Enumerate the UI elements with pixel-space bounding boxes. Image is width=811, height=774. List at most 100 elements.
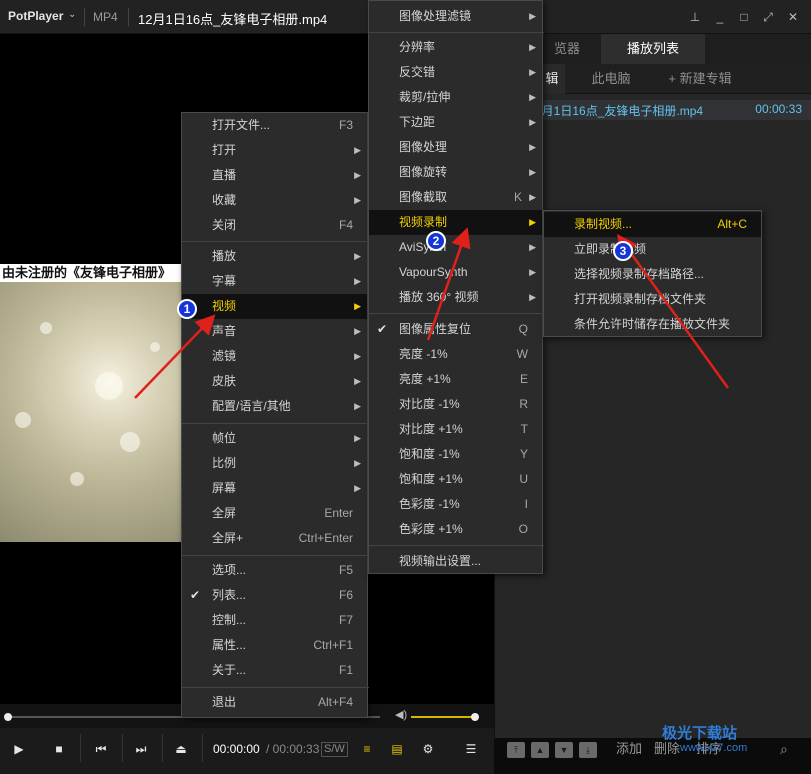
minimize-button[interactable]: _ — [712, 9, 728, 25]
menu-item-vapoursynth[interactable]: VapourSynth ▶ — [369, 260, 542, 285]
app-brand-menu[interactable]: PotPlayer — [8, 9, 63, 23]
menu-item-播放[interactable]: 播放 ▶ — [182, 244, 367, 269]
menu-item-label: 全屏+ — [212, 531, 244, 545]
menu-item-录制视频[interactable]: 录制视频... Alt+C — [544, 212, 761, 237]
menu-item-饱和度-1[interactable]: 饱和度 +1% U — [369, 467, 542, 492]
menu-item-视频输出设置[interactable]: 视频输出设置... — [369, 549, 542, 574]
new-album-button[interactable]: + 新建专辑 — [655, 64, 745, 94]
menu-item-配置-语言-其他[interactable]: 配置/语言/其他 ▶ — [182, 394, 367, 419]
play-button[interactable]: ▶ — [4, 736, 34, 762]
menu-item-下边距[interactable]: 下边距 ▶ — [369, 110, 542, 135]
menu-item-打开[interactable]: 打开 ▶ — [182, 138, 367, 163]
menu-item-对比度-1[interactable]: 对比度 -1% R — [369, 392, 542, 417]
menu-item-关于[interactable]: 关于... F1 — [182, 658, 367, 683]
divider — [122, 734, 123, 762]
gear-icon[interactable]: ⚙ — [413, 736, 443, 762]
fullscreen-button[interactable]: ⤢ — [760, 9, 776, 25]
add-button[interactable]: 添加 — [613, 739, 645, 759]
menu-item-label: 打开 — [212, 143, 237, 157]
album-tab-this-pc[interactable]: 此电脑 — [569, 64, 653, 94]
close-button[interactable]: ✕ — [785, 9, 801, 25]
menu-item-shortcut: F1 — [338, 663, 353, 677]
eject-button[interactable]: ⏏ — [166, 736, 196, 762]
seek-thumb[interactable] — [4, 713, 12, 721]
menu-item-关闭[interactable]: 关闭 F4 — [182, 213, 367, 238]
menu-item-图像截取[interactable]: 图像截取 K ▶ — [369, 185, 542, 210]
menu-item-shortcut: E — [519, 372, 528, 386]
menu-item-选择视频录制存档路径[interactable]: 选择视频录制存档路径... — [544, 262, 761, 287]
menu-item-裁剪-拉伸[interactable]: 裁剪/拉伸 ▶ — [369, 85, 542, 110]
previous-button[interactable]: ⏮ — [86, 736, 116, 762]
menu-item-视频[interactable]: 视频 ▶ — [182, 294, 367, 319]
menu-item-label: 比例 — [212, 456, 237, 470]
menu-item-亮度-1[interactable]: 亮度 +1% E — [369, 367, 542, 392]
menu-item-shortcut: F3 — [338, 118, 353, 132]
submenu-arrow-icon: ▶ — [354, 326, 361, 336]
menu-item-列表[interactable]: ✔ 列表... F6 — [182, 583, 367, 608]
menu-item-avisynth[interactable]: AviSynth ▶ — [369, 235, 542, 260]
volume-icon[interactable]: ◀) — [395, 708, 407, 721]
menu-item-打开文件[interactable]: 打开文件... F3 — [182, 113, 367, 138]
menu-item-收藏[interactable]: 收藏 ▶ — [182, 188, 367, 213]
menu-item-控制[interactable]: 控制... F7 — [182, 608, 367, 633]
menu-item-退出[interactable]: 退出 Alt+F4 — [182, 690, 367, 715]
divider — [84, 8, 85, 26]
next-button[interactable]: ⏭ — [126, 736, 156, 762]
move-top-icon[interactable]: ⤒ — [507, 742, 525, 758]
maximize-button[interactable]: □ — [736, 9, 752, 25]
menu-item-直播[interactable]: 直播 ▶ — [182, 163, 367, 188]
menu-item-亮度-1[interactable]: 亮度 -1% W — [369, 342, 542, 367]
volume-thumb[interactable] — [471, 713, 479, 721]
menu-item-图像旋转[interactable]: 图像旋转 ▶ — [369, 160, 542, 185]
menu-item-滤镜[interactable]: 滤镜 ▶ — [182, 344, 367, 369]
menu-item-图像属性复位[interactable]: ✔ 图像属性复位 Q — [369, 317, 542, 342]
search-icon[interactable]: ⌕ — [777, 739, 791, 759]
menu-item-label: 播放 — [212, 249, 237, 263]
subtitle-icon[interactable]: ▤ — [382, 736, 412, 762]
menu-item-打开视频录制存档文件夹[interactable]: 打开视频录制存档文件夹 — [544, 287, 761, 312]
tab-playlist[interactable]: 播放列表 — [601, 34, 705, 64]
menu-item-label: 属性... — [212, 638, 247, 652]
submenu-arrow-icon: ▶ — [354, 276, 361, 286]
menu-item-立即录制视频[interactable]: 立即录制视频 — [544, 237, 761, 262]
menu-item-选项[interactable]: 选项... F5 — [182, 558, 367, 583]
menu-item-图像处理滤镜[interactable]: 图像处理滤镜 ▶ — [369, 4, 542, 29]
menu-item-皮肤[interactable]: 皮肤 ▶ — [182, 369, 367, 394]
menu-item-对比度-1[interactable]: 对比度 +1% T — [369, 417, 542, 442]
menu-item-播放-360-视频[interactable]: 播放 360° 视频 ▶ — [369, 285, 542, 310]
menu-item-反交错[interactable]: 反交错 ▶ — [369, 60, 542, 85]
menu-item-图像处理[interactable]: 图像处理 ▶ — [369, 135, 542, 160]
menu-item-声音[interactable]: 声音 ▶ — [182, 319, 367, 344]
menu-icon[interactable]: ☰ — [456, 736, 486, 762]
menu-item-shortcut: F7 — [338, 613, 353, 627]
menu-item-label: VapourSynth — [399, 265, 468, 279]
menu-item-分辨率[interactable]: 分辨率 ▶ — [369, 35, 542, 60]
menu-item-帧位[interactable]: 帧位 ▶ — [182, 426, 367, 451]
stop-button[interactable]: ■ — [44, 736, 74, 762]
menu-item-饱和度-1[interactable]: 饱和度 -1% Y — [369, 442, 542, 467]
move-up-icon[interactable]: ▲ — [531, 742, 549, 758]
menu-item-比例[interactable]: 比例 ▶ — [182, 451, 367, 476]
submenu-arrow-icon: ▶ — [354, 145, 361, 155]
menu-separator — [182, 687, 369, 688]
menu-item-屏幕[interactable]: 屏幕 ▶ — [182, 476, 367, 501]
move-down-icon[interactable]: ▼ — [555, 742, 573, 758]
move-bottom-icon[interactable]: ⤓ — [579, 742, 597, 758]
playlist-search-icon[interactable]: ≡ — [352, 736, 382, 762]
volume-slider[interactable] — [411, 716, 475, 718]
menu-item-字幕[interactable]: 字幕 ▶ — [182, 269, 367, 294]
chevron-down-icon[interactable]: ⌄ — [68, 9, 76, 20]
menu-item-色彩度-1[interactable]: 色彩度 -1% I — [369, 492, 542, 517]
menu-item-全屏[interactable]: 全屏 Enter — [182, 501, 367, 526]
sw-toggle[interactable]: S/W — [321, 742, 348, 757]
menu-item-条件允许时储存在播放文件夹[interactable]: 条件允许时储存在播放文件夹 — [544, 312, 761, 337]
menu-item-视频录制[interactable]: 视频录制 ▶ — [369, 210, 542, 235]
menu-item-全屏[interactable]: 全屏+ Ctrl+Enter — [182, 526, 367, 551]
pin-icon[interactable]: ⊥ — [687, 9, 703, 25]
tab-browser[interactable]: 览器 — [535, 34, 599, 64]
menu-item-属性[interactable]: 属性... Ctrl+F1 — [182, 633, 367, 658]
submenu-arrow-icon: ▶ — [529, 42, 536, 52]
menu-item-色彩度-1[interactable]: 色彩度 +1% O — [369, 517, 542, 542]
menu-item-label: 色彩度 -1% — [399, 497, 460, 511]
submenu-arrow-icon: ▶ — [354, 401, 361, 411]
